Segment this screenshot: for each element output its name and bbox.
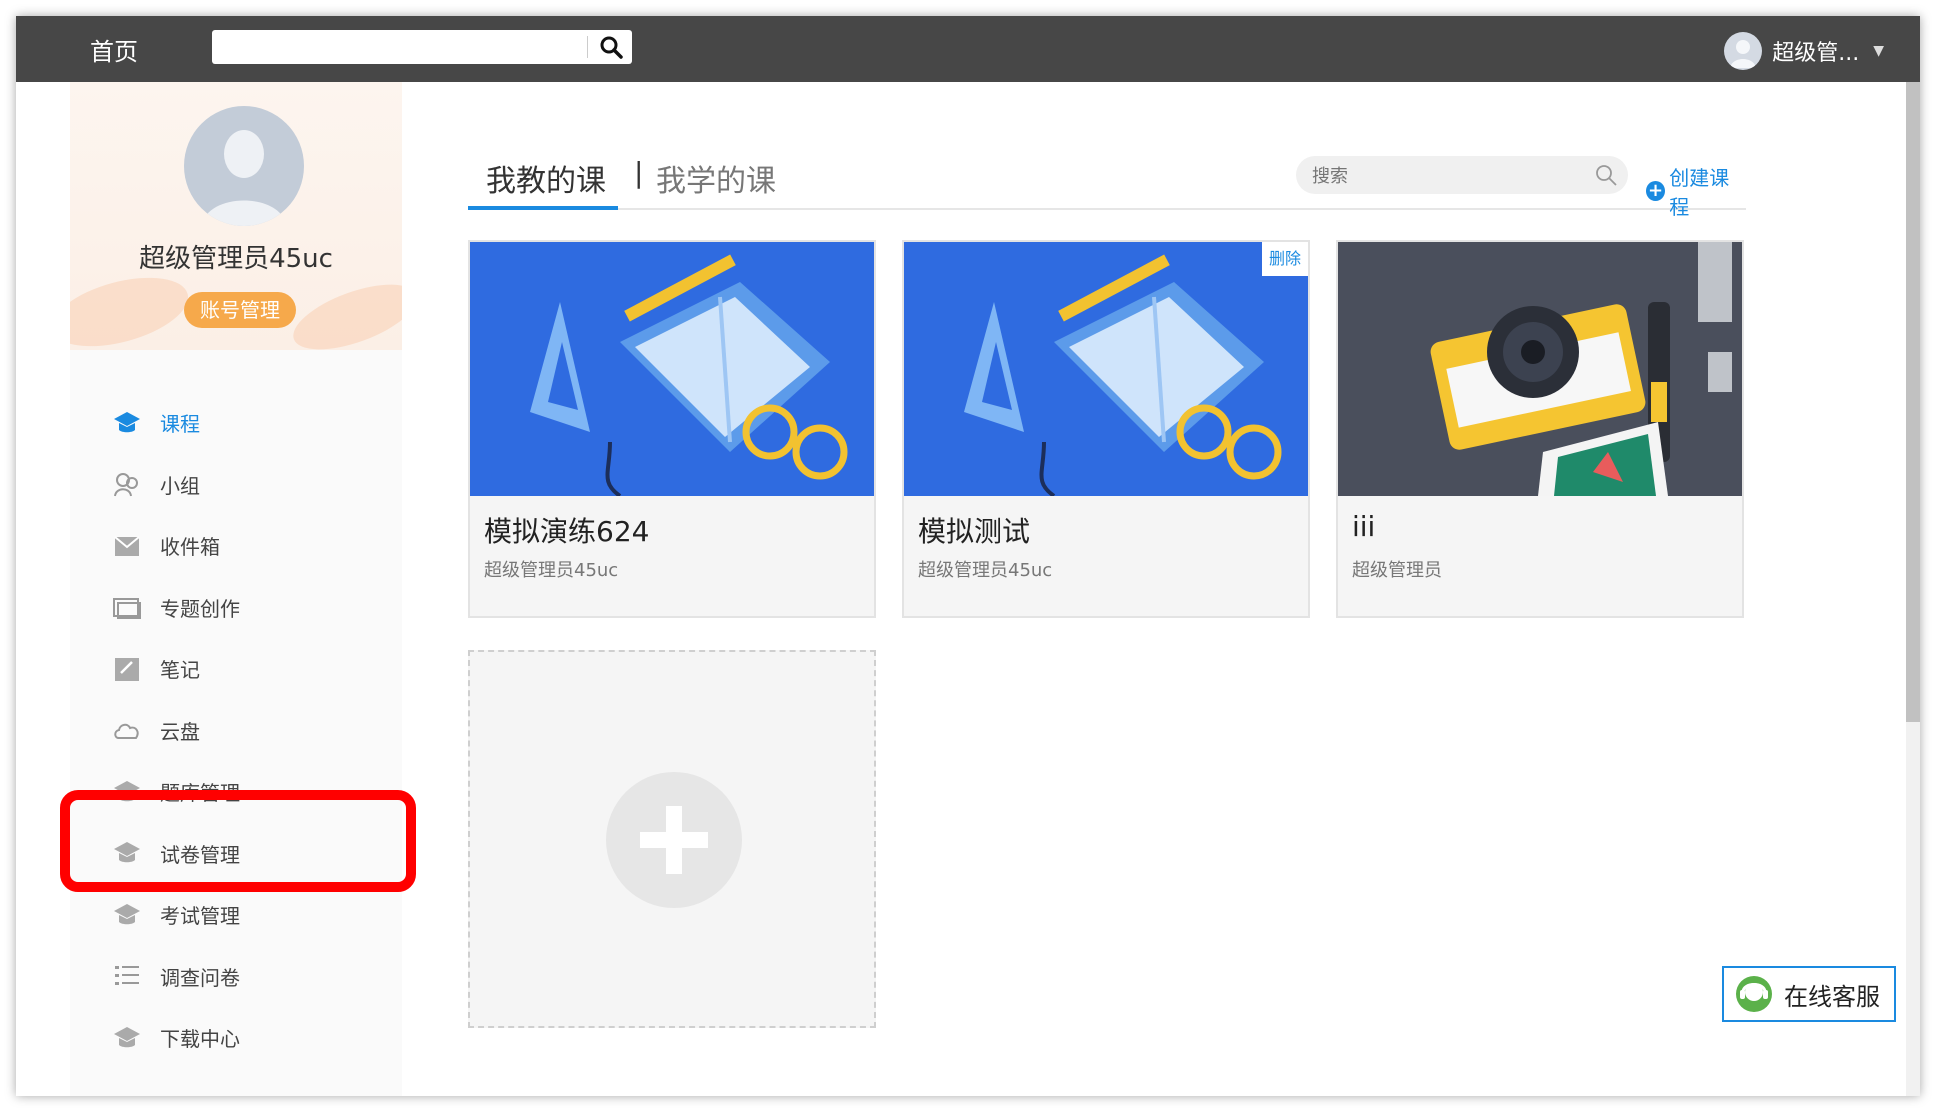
course-tabs: 我教的课 | 我学的课 + 创建课程 bbox=[468, 134, 1746, 219]
sidebar-item-course[interactable]: 课程 bbox=[70, 392, 402, 454]
sidebar-item-download[interactable]: 下载中心 bbox=[70, 1007, 402, 1069]
sidebar-item-label: 云盘 bbox=[160, 719, 200, 744]
profile-decoration bbox=[70, 264, 196, 350]
user-name: 超级管... bbox=[1772, 41, 1860, 66]
course-search-input[interactable] bbox=[1310, 162, 1574, 190]
survey-icon bbox=[112, 961, 142, 991]
profile-panel: 超级管理员45uc 账号管理 bbox=[70, 82, 402, 350]
course-author: 超级管理员45uc bbox=[918, 560, 1053, 581]
sidebar-item-label: 考试管理 bbox=[160, 904, 240, 929]
person-icon bbox=[202, 130, 286, 226]
profile-name: 超级管理员45uc bbox=[139, 244, 333, 274]
group-icon bbox=[112, 469, 142, 499]
course-card[interactable]: iii 超级管理员 bbox=[1336, 240, 1744, 618]
course-author: 超级管理员45uc bbox=[484, 560, 619, 581]
plus-circle-icon: + bbox=[1646, 181, 1666, 201]
sidebar-item-cloud[interactable]: 云盘 bbox=[70, 700, 402, 762]
user-avatar bbox=[1724, 32, 1763, 70]
sidebar-item-label: 收件箱 bbox=[160, 535, 220, 560]
create-course-button[interactable]: + 创建课程 bbox=[1646, 162, 1746, 220]
profile-decoration bbox=[285, 271, 402, 350]
sidebar-item-group[interactable]: 小组 bbox=[70, 454, 402, 516]
scrollbar-thumb[interactable] bbox=[1906, 82, 1920, 722]
profile-avatar[interactable] bbox=[184, 106, 304, 226]
search-icon[interactable] bbox=[1594, 163, 1618, 187]
course-title[interactable]: 模拟测试 bbox=[918, 510, 1030, 550]
exam-icon bbox=[112, 900, 142, 930]
sidebar-item-label: 小组 bbox=[160, 473, 200, 498]
download-icon bbox=[112, 1023, 142, 1053]
sidebar-item-exam[interactable]: 考试管理 bbox=[70, 884, 402, 946]
app-window: 首页 超级管... ▼ 超级管理员45uc 账号管理 课程 小组 收件箱 专题创… bbox=[16, 16, 1920, 1096]
highlight-box bbox=[60, 790, 416, 892]
sidebar-item-survey[interactable]: 调查问卷 bbox=[70, 946, 402, 1008]
chevron-down-icon[interactable]: ▼ bbox=[1873, 43, 1884, 59]
tab-teaching[interactable]: 我教的课 bbox=[486, 156, 606, 200]
headset-icon bbox=[1736, 976, 1772, 1012]
note-icon bbox=[112, 654, 142, 684]
course-search[interactable] bbox=[1296, 156, 1628, 194]
course-card[interactable]: 删除 模拟测试 超级管理员45uc bbox=[902, 240, 1310, 618]
sidebar-nav: 课程 小组 收件箱 专题创作 笔记 云盘 题库管理 试卷管理 考试管理 调查问卷… bbox=[70, 392, 402, 1069]
book-illustration-icon bbox=[470, 242, 874, 496]
book-illustration-icon bbox=[904, 242, 1308, 496]
cloud-icon bbox=[112, 715, 142, 745]
add-course-card[interactable] bbox=[468, 650, 876, 1028]
course-icon bbox=[112, 408, 142, 438]
course-title[interactable]: 模拟演练624 bbox=[484, 510, 649, 550]
user-menu[interactable]: 超级管... ▼ bbox=[1724, 32, 1884, 70]
sidebar-item-label: 专题创作 bbox=[160, 596, 240, 621]
home-link[interactable]: 首页 bbox=[90, 32, 138, 67]
sidebar: 超级管理员45uc 账号管理 课程 小组 收件箱 专题创作 笔记 云盘 题库管理… bbox=[70, 82, 402, 1096]
sidebar-item-label: 下载中心 bbox=[160, 1027, 240, 1052]
online-service-label: 在线客服 bbox=[1784, 982, 1880, 1011]
create-course-label: 创建课程 bbox=[1669, 166, 1730, 219]
search-icon[interactable] bbox=[598, 34, 624, 60]
account-manage-button[interactable]: 账号管理 bbox=[184, 292, 296, 328]
tab-learning[interactable]: 我学的课 bbox=[656, 156, 776, 200]
course-title[interactable]: iii bbox=[1352, 510, 1375, 543]
user-avatar-icon bbox=[1730, 40, 1757, 68]
inbox-icon bbox=[112, 531, 142, 561]
sidebar-item-topic[interactable]: 专题创作 bbox=[70, 577, 402, 639]
course-card[interactable]: 模拟演练624 超级管理员45uc bbox=[468, 240, 876, 618]
course-author: 超级管理员 bbox=[1352, 560, 1442, 581]
add-icon[interactable] bbox=[606, 772, 742, 908]
top-search-box[interactable] bbox=[212, 30, 632, 64]
sidebar-item-label: 课程 bbox=[160, 412, 200, 437]
sidebar-item-label: 调查问卷 bbox=[160, 965, 240, 990]
camera-illustration-icon bbox=[1338, 242, 1742, 496]
search-divider bbox=[587, 36, 588, 58]
top-bar: 首页 超级管... ▼ bbox=[16, 16, 1920, 82]
sidebar-item-inbox[interactable]: 收件箱 bbox=[70, 515, 402, 577]
sidebar-item-note[interactable]: 笔记 bbox=[70, 638, 402, 700]
tab-separator: | bbox=[634, 156, 644, 189]
sidebar-item-label: 笔记 bbox=[160, 658, 200, 683]
course-cover-image bbox=[1338, 242, 1742, 496]
delete-badge[interactable]: 删除 bbox=[1262, 242, 1308, 276]
active-tab-indicator bbox=[468, 206, 618, 210]
course-cover-image bbox=[470, 242, 874, 496]
topic-icon bbox=[112, 592, 142, 622]
course-cover-image bbox=[904, 242, 1308, 496]
online-service-button[interactable]: 在线客服 bbox=[1722, 966, 1896, 1022]
